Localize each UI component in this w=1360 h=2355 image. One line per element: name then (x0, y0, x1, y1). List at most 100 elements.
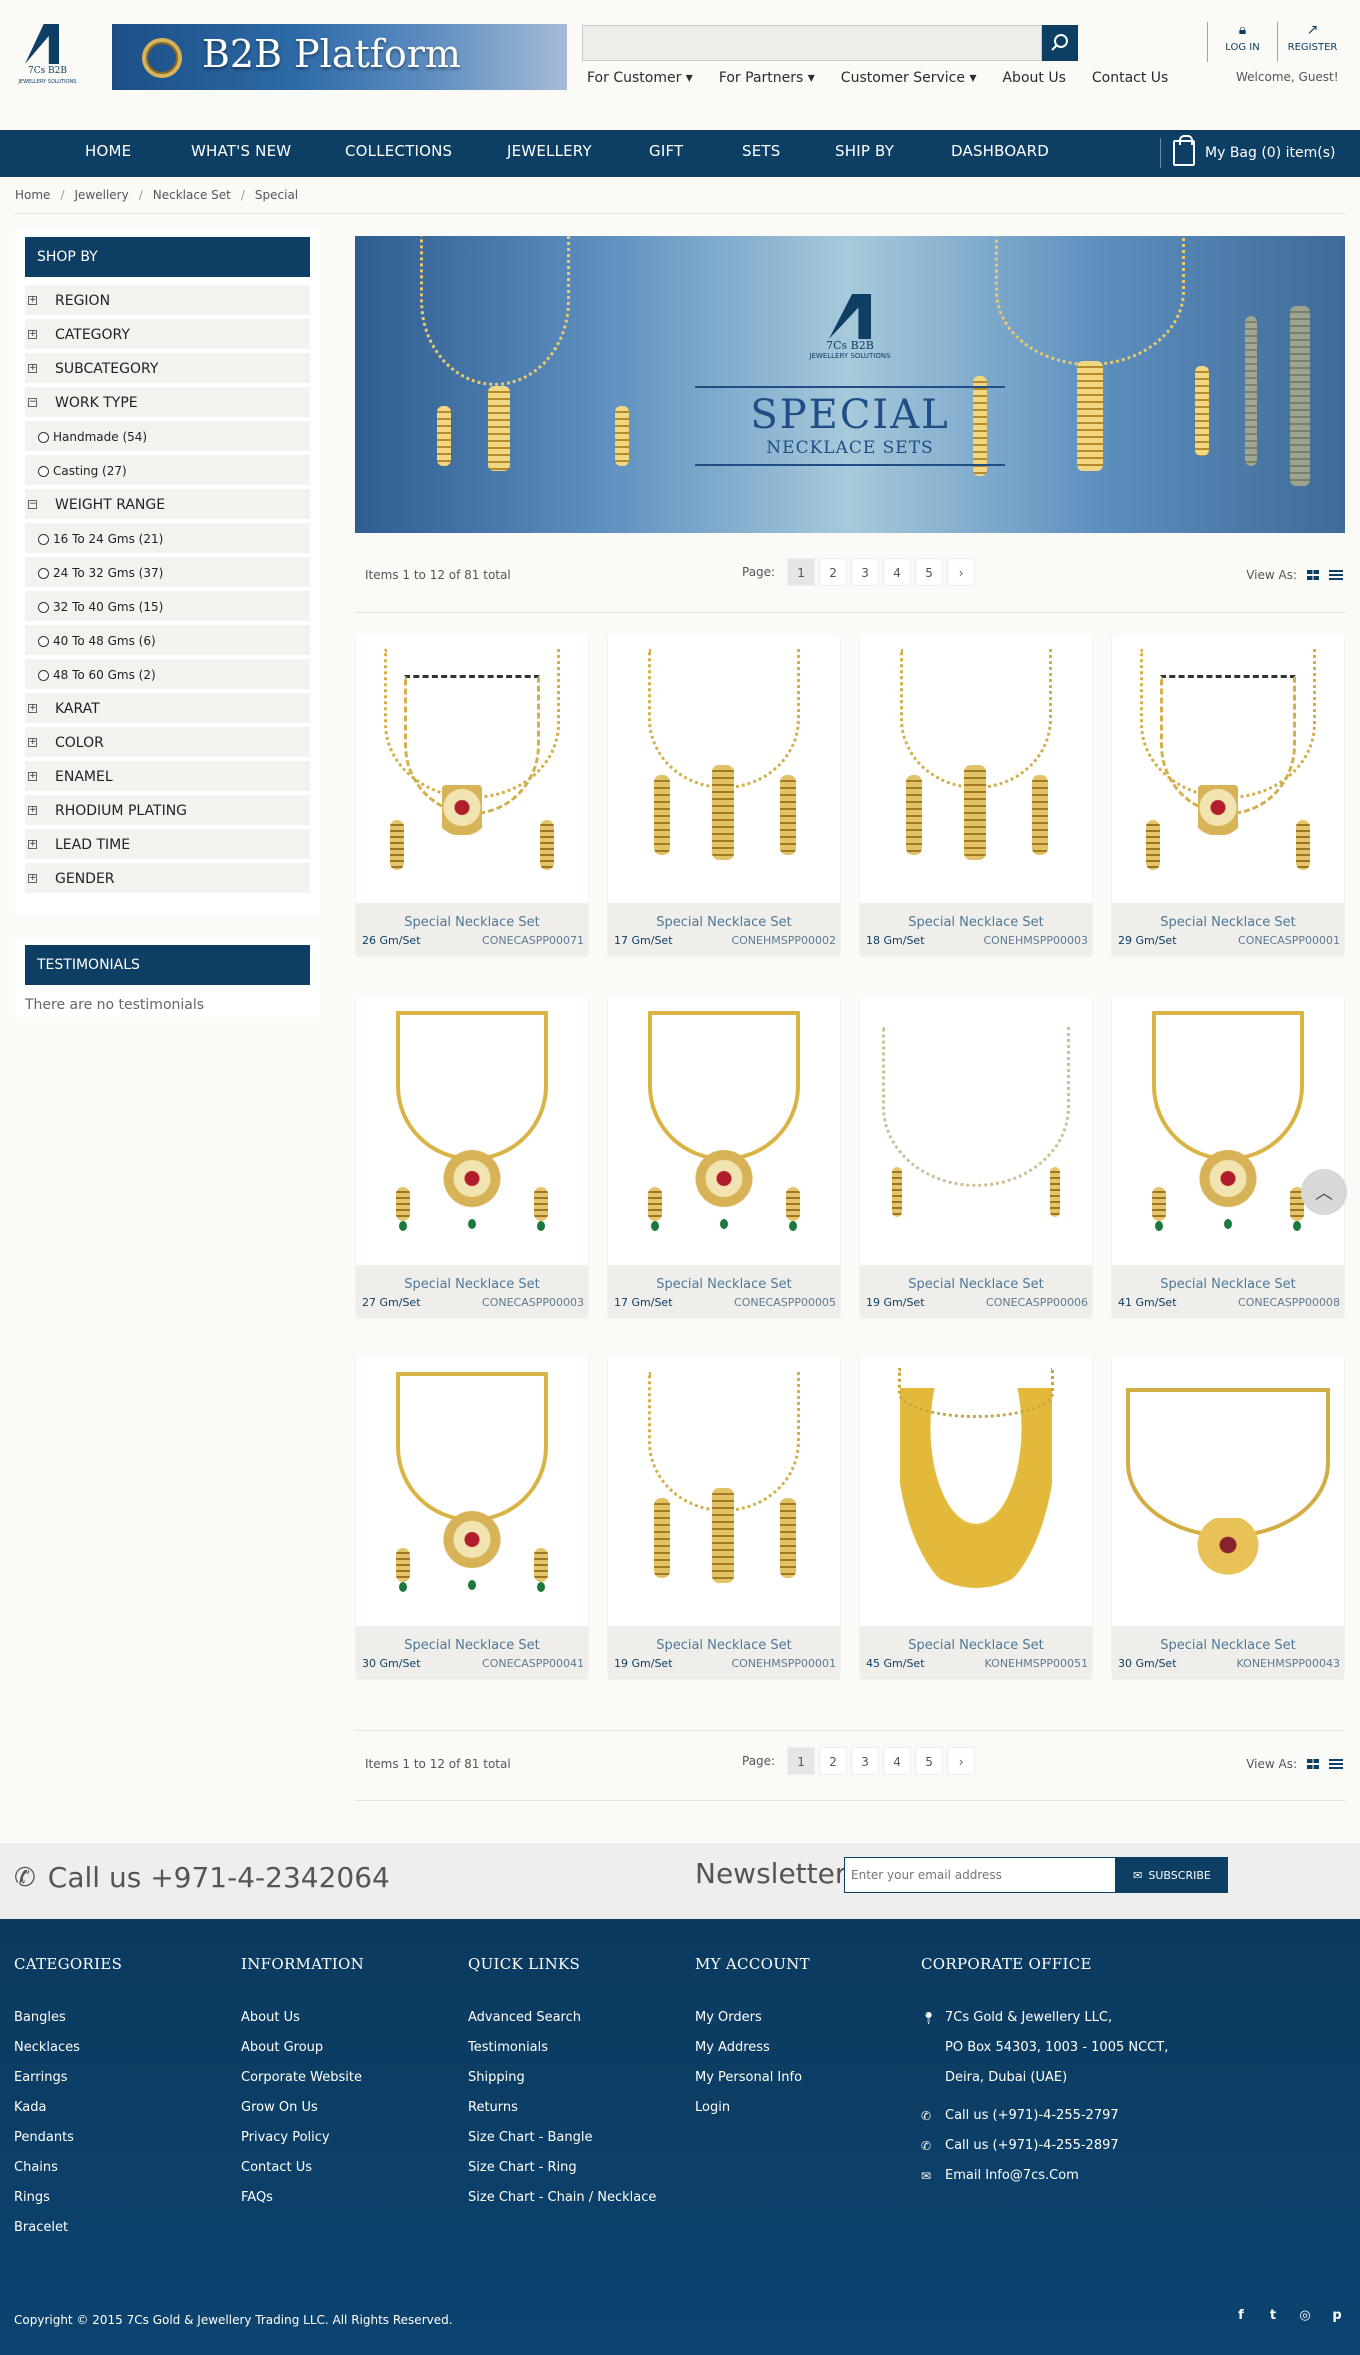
top-link-for-customer[interactable]: For Customer ▾ (587, 70, 693, 86)
footer-link-pendants[interactable]: Pendants (14, 2123, 122, 2153)
page-4[interactable]: 4 (883, 558, 912, 586)
product-card[interactable]: Special Necklace Set 19 Gm/Set CONEHMSPP00… (608, 1358, 840, 1678)
next-page-button[interactable]: › (947, 558, 976, 586)
filter-option[interactable]: Handmade (54) (25, 421, 310, 453)
nav-collections[interactable]: COLLECTIONS (345, 130, 452, 177)
product-name[interactable]: Special Necklace Set (608, 1277, 840, 1292)
filter-option[interactable]: 32 To 40 Gms (15) (25, 591, 310, 623)
page-2[interactable]: 2 (819, 1747, 848, 1775)
product-image[interactable] (608, 1358, 840, 1626)
filter-option[interactable]: Casting (27) (25, 455, 310, 487)
filter-option[interactable]: 24 To 32 Gms (37) (25, 557, 310, 589)
radio-icon[interactable] (38, 568, 49, 579)
footer-link-size-chart-chain-necklace[interactable]: Size Chart - Chain / Necklace (468, 2183, 656, 2213)
scroll-to-top-button[interactable]: ︿ (1301, 1169, 1347, 1215)
product-card[interactable]: Special Necklace Set 45 Gm/Set KONEHMSPP00… (860, 1358, 1092, 1678)
product-card[interactable]: Special Necklace Set 27 Gm/Set CONECASPP00… (356, 997, 588, 1317)
site-logo[interactable]: 7Cs B2B JEWELLERY SOLUTIONS (15, 24, 80, 89)
product-image[interactable] (1112, 635, 1344, 903)
filter-option[interactable]: 40 To 48 Gms (6) (25, 625, 310, 657)
filter-group-subcategory[interactable]: + SUBCATEGORY (25, 353, 310, 385)
product-image[interactable] (608, 635, 840, 903)
product-card[interactable]: Special Necklace Set 26 Gm/Set CONECASPP00… (356, 635, 588, 955)
next-page-button[interactable]: › (947, 1747, 976, 1775)
footer-link-corporate-website[interactable]: Corporate Website (241, 2063, 364, 2093)
product-name[interactable]: Special Necklace Set (356, 1277, 588, 1292)
top-link-about-us[interactable]: About Us (1002, 70, 1065, 86)
breadcrumb-jewellery[interactable]: Jewellery (74, 188, 128, 202)
footer-link-necklaces[interactable]: Necklaces (14, 2033, 122, 2063)
filter-group-work-type[interactable]: − WORK TYPE (25, 387, 310, 419)
page-5[interactable]: 5 (915, 558, 944, 586)
corporate-phone-2[interactable]: ✆ Call us (+971)-4-255-2897 (921, 2131, 1168, 2161)
page-1[interactable]: 1 (787, 558, 816, 586)
product-image[interactable] (608, 997, 840, 1265)
filter-group-rhodium-plating[interactable]: + RHODIUM PLATING (25, 795, 310, 827)
footer-link-rings[interactable]: Rings (14, 2183, 122, 2213)
breadcrumb-necklace-set[interactable]: Necklace Set (153, 188, 231, 202)
footer-link-size-chart-bangle[interactable]: Size Chart - Bangle (468, 2123, 656, 2153)
nav-whats-new[interactable]: WHAT'S NEW (191, 130, 291, 177)
filter-group-gender[interactable]: + GENDER (25, 863, 310, 895)
nav-sets[interactable]: SETS (742, 130, 780, 177)
filter-option[interactable]: 48 To 60 Gms (2) (25, 659, 310, 691)
breadcrumb-home[interactable]: Home (15, 188, 50, 202)
product-image[interactable] (356, 997, 588, 1265)
footer-link-kada[interactable]: Kada (14, 2093, 122, 2123)
product-card[interactable]: Special Necklace Set 17 Gm/Set CONECASPP00… (608, 997, 840, 1317)
product-card[interactable]: Special Necklace Set 29 Gm/Set CONECASPP00… (1112, 635, 1344, 955)
filter-group-color[interactable]: + COLOR (25, 727, 310, 759)
newsletter-email-input[interactable] (844, 1857, 1116, 1893)
footer-link-faqs[interactable]: FAQs (241, 2183, 364, 2213)
filter-group-weight-range[interactable]: − WEIGHT RANGE (25, 489, 310, 521)
filter-group-category[interactable]: + CATEGORY (25, 319, 310, 351)
footer-link-chains[interactable]: Chains (14, 2153, 122, 2183)
top-link-contact-us[interactable]: Contact Us (1092, 70, 1168, 86)
radio-icon[interactable] (38, 432, 49, 443)
footer-link-earrings[interactable]: Earrings (14, 2063, 122, 2093)
product-card[interactable]: Special Necklace Set 19 Gm/Set CONECASPP00… (860, 997, 1092, 1317)
product-name[interactable]: Special Necklace Set (860, 915, 1092, 930)
product-card[interactable]: Special Necklace Set 30 Gm/Set KONEHMSPP00… (1112, 1358, 1344, 1678)
my-bag-link[interactable]: My Bag (0) item(s) (1160, 135, 1335, 168)
pinterest-icon[interactable]: p (1328, 2307, 1346, 2325)
nav-gift[interactable]: GIFT (649, 130, 683, 177)
grid-view-icon[interactable] (1307, 570, 1319, 580)
page-3[interactable]: 3 (851, 558, 880, 586)
footer-link-about-group[interactable]: About Group (241, 2033, 364, 2063)
product-image[interactable] (860, 1358, 1092, 1626)
product-name[interactable]: Special Necklace Set (1112, 915, 1344, 930)
grid-view-icon[interactable] (1307, 1759, 1319, 1769)
footer-link-bangles[interactable]: Bangles (14, 2003, 122, 2033)
product-name[interactable]: Special Necklace Set (356, 915, 588, 930)
product-card[interactable]: Special Necklace Set 41 Gm/Set CONECASPP00… (1112, 997, 1344, 1317)
twitter-icon[interactable]: t (1264, 2307, 1282, 2325)
footer-link-contact-us[interactable]: Contact Us (241, 2153, 364, 2183)
corporate-email[interactable]: ✉ Email Info@7cs.Com (921, 2161, 1168, 2191)
filter-group-karat[interactable]: + KARAT (25, 693, 310, 725)
product-card[interactable]: Special Necklace Set 18 Gm/Set CONEHMSPP00… (860, 635, 1092, 955)
product-name[interactable]: Special Necklace Set (860, 1638, 1092, 1653)
login-link[interactable]: 🔒︎ LOG IN (1207, 22, 1277, 62)
search-button[interactable] (1042, 25, 1078, 61)
radio-icon[interactable] (38, 670, 49, 681)
nav-home[interactable]: HOME (85, 130, 131, 177)
product-image[interactable] (356, 635, 588, 903)
footer-link-advanced-search[interactable]: Advanced Search (468, 2003, 656, 2033)
product-card[interactable]: Special Necklace Set 17 Gm/Set CONEHMSPP00… (608, 635, 840, 955)
product-image[interactable] (1112, 1358, 1344, 1626)
filter-group-region[interactable]: + REGION (25, 285, 310, 317)
b2b-platform-banner[interactable]: B2B Platform (112, 24, 567, 90)
product-image[interactable] (1112, 997, 1344, 1265)
radio-icon[interactable] (38, 636, 49, 647)
nav-ship-by[interactable]: SHIP BY (835, 130, 894, 177)
footer-link-size-chart-ring[interactable]: Size Chart - Ring (468, 2153, 656, 2183)
footer-link-bracelet[interactable]: Bracelet (14, 2213, 122, 2243)
product-name[interactable]: Special Necklace Set (356, 1638, 588, 1653)
footer-link-testimonials[interactable]: Testimonials (468, 2033, 656, 2063)
top-link-for-partners[interactable]: For Partners ▾ (719, 70, 815, 86)
radio-icon[interactable] (38, 466, 49, 477)
nav-dashboard[interactable]: DASHBOARD (951, 130, 1049, 177)
register-link[interactable]: ↗ REGISTER (1277, 22, 1347, 62)
corporate-phone-1[interactable]: ✆ Call us (+971)-4-255-2797 (921, 2101, 1168, 2131)
